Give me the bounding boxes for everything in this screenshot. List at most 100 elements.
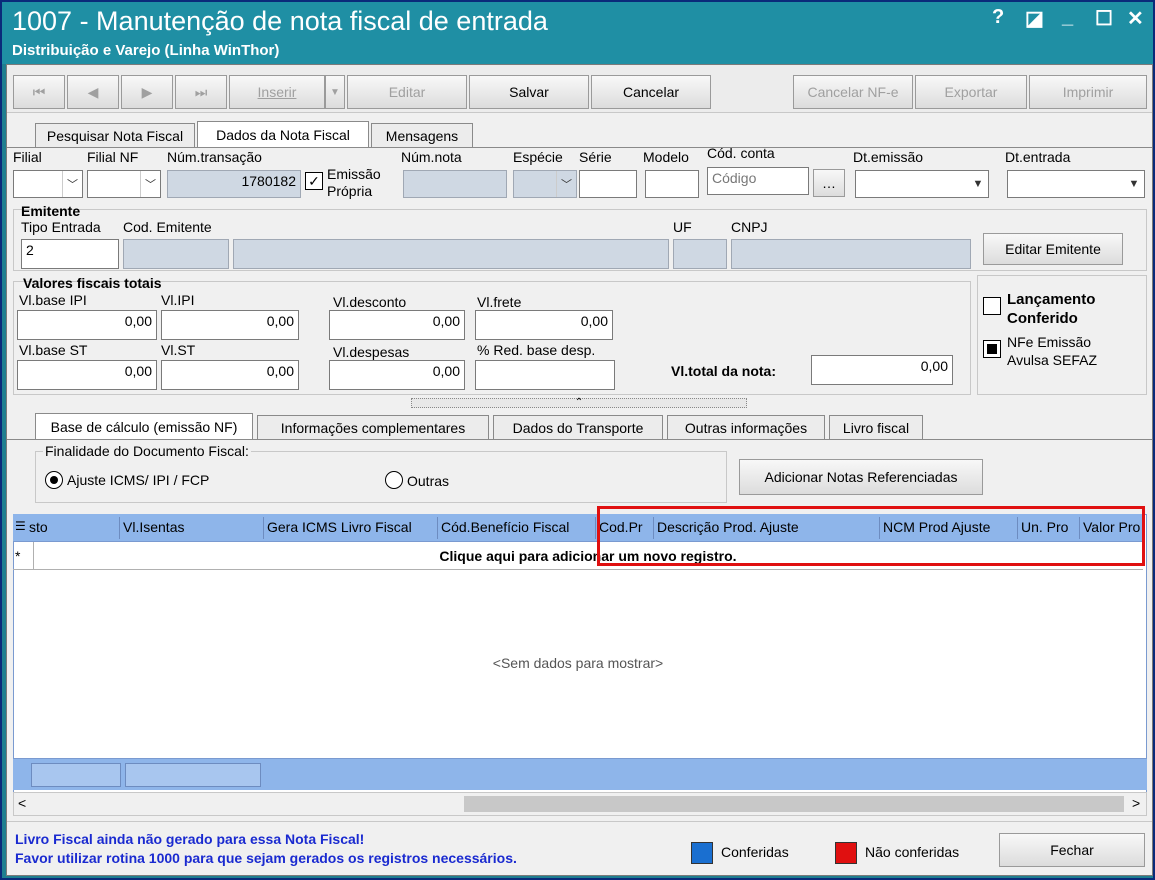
vl-base-st-label: Vl.base ST [19, 342, 88, 358]
vl-total-field[interactable]: 0,00 [811, 355, 953, 385]
horizontal-scrollbar[interactable]: < > [13, 792, 1147, 816]
help-icon[interactable]: ? [992, 6, 1004, 29]
uf-field[interactable] [673, 239, 727, 269]
cancelar-nfe-button[interactable]: Cancelar NF-e [793, 75, 913, 109]
cod-emitente-label: Cod. Emitente [123, 219, 212, 235]
tab-dados-nota[interactable]: Dados da Nota Fiscal [197, 121, 369, 147]
last-record-button[interactable]: ⏭ [175, 75, 227, 109]
inserir-dropdown-icon[interactable]: ▼ [325, 75, 345, 109]
close-icon[interactable]: ✕ [1127, 6, 1144, 31]
col-separator [437, 517, 438, 539]
red-base-desp-field[interactable] [475, 360, 615, 390]
tab-info-complementares[interactable]: Informações complementares [257, 415, 489, 439]
next-record-button[interactable]: ▶ [121, 75, 173, 109]
cancelar-button[interactable]: Cancelar [591, 75, 711, 109]
salvar-button[interactable]: Salvar [469, 75, 589, 109]
filial-combo[interactable]: ﹀ [13, 170, 83, 198]
chevron-down-icon[interactable]: ﹀ [140, 171, 160, 197]
imprimir-button[interactable]: Imprimir [1029, 75, 1147, 109]
num-nota-label: Núm.nota [401, 149, 462, 165]
tab-mensagens[interactable]: Mensagens [371, 123, 473, 147]
grid-footer [13, 758, 1147, 790]
exportar-button[interactable]: Exportar [915, 75, 1027, 109]
fechar-button[interactable]: Fechar [999, 833, 1145, 867]
restore-layout-icon[interactable]: ◪ [1025, 6, 1044, 31]
vl-ipi-field[interactable]: 0,00 [161, 310, 299, 340]
num-nota-field[interactable] [403, 170, 507, 198]
inserir-button[interactable]: Inserir [229, 75, 325, 109]
tab-livro-fiscal[interactable]: Livro fiscal [829, 415, 923, 439]
footer-summary-cell [125, 763, 261, 787]
dropdown-arrow-icon[interactable]: ▼ [968, 171, 988, 197]
highlight-box [597, 506, 1145, 566]
col-vl-isentas[interactable]: Vl.Isentas [123, 519, 184, 535]
cod-emitente-field[interactable] [123, 239, 229, 269]
radio-outras[interactable] [385, 471, 403, 489]
col-separator [119, 517, 120, 539]
dt-emissao-picker[interactable]: ▼ [855, 170, 989, 198]
minimize-icon[interactable]: _ [1062, 6, 1073, 29]
tipo-entrada-field[interactable]: 2 [21, 239, 119, 269]
tipo-entrada-label: Tipo Entrada [21, 219, 101, 235]
cod-conta-field[interactable]: Código [707, 167, 809, 195]
especie-combo[interactable]: ﹀ [513, 170, 577, 198]
adicionar-notas-button[interactable]: Adicionar Notas Referenciadas [739, 459, 983, 495]
prev-record-button[interactable]: ◀ [67, 75, 119, 109]
cnpj-label: CNPJ [731, 219, 768, 235]
maximize-icon[interactable]: ☐ [1095, 6, 1113, 31]
scroll-right-icon[interactable]: > [1132, 795, 1140, 811]
num-transacao-field[interactable]: 1780182 [167, 170, 301, 198]
first-record-button[interactable]: ⏮ [13, 75, 65, 109]
vl-base-ipi-label: Vl.base IPI [19, 292, 87, 308]
grid-menu-icon[interactable]: ☰ [15, 519, 26, 533]
chevron-down-icon[interactable]: ﹀ [62, 171, 82, 197]
modelo-field[interactable] [645, 170, 699, 198]
indeterminate-mark-icon [987, 344, 997, 354]
dropdown-arrow-icon[interactable]: ▼ [1124, 171, 1144, 197]
dt-entrada-picker[interactable]: ▼ [1007, 170, 1145, 198]
tab-outras-informacoes[interactable]: Outras informações [667, 415, 825, 439]
tab-divider [7, 147, 1152, 148]
collapse-up-icon[interactable]: ⌃ [575, 397, 583, 408]
vl-despesas-field[interactable]: 0,00 [329, 360, 465, 390]
vl-base-ipi-field[interactable]: 0,00 [17, 310, 157, 340]
cod-conta-lookup-button[interactable]: … [813, 169, 845, 197]
new-row-marker: * [15, 548, 21, 564]
chevron-down-icon[interactable]: ﹀ [556, 171, 576, 197]
lancamento-conferido-checkbox[interactable] [983, 297, 1001, 315]
legend-nao-conferidas-label: Não conferidas [865, 844, 960, 860]
footer-msg-line1: Livro Fiscal ainda não gerado para essa … [15, 831, 365, 847]
tab-pesquisar[interactable]: Pesquisar Nota Fiscal [35, 123, 195, 147]
lower-tab-divider [7, 439, 1152, 440]
filial-nf-combo[interactable]: ﹀ [87, 170, 161, 198]
editar-emitente-button[interactable]: Editar Emitente [983, 233, 1123, 265]
legend-nao-conferidas-swatch [835, 842, 857, 864]
cod-conta-label: Cód. conta [707, 145, 775, 161]
col-gera-icms[interactable]: Gera ICMS Livro Fiscal [267, 519, 412, 535]
radio-ajuste[interactable] [45, 471, 63, 489]
scroll-thumb[interactable] [464, 796, 1124, 812]
scroll-left-icon[interactable]: < [18, 795, 26, 811]
serie-field[interactable] [579, 170, 637, 198]
collapse-splitter[interactable]: ⌃ [411, 398, 747, 408]
col-cod-beneficio[interactable]: Cód.Benefício Fiscal [441, 519, 569, 535]
vl-st-field[interactable]: 0,00 [161, 360, 299, 390]
uf-label: UF [673, 219, 692, 235]
main-window: 1007 - Manutenção de nota fiscal de entr… [0, 0, 1155, 880]
col-sto[interactable]: sto [29, 519, 48, 535]
vl-base-st-field[interactable]: 0,00 [17, 360, 157, 390]
num-transacao-label: Núm.transação [167, 149, 262, 165]
tab-base-calculo[interactable]: Base de cálculo (emissão NF) [35, 413, 253, 439]
emissao-propria-label: Emissão Própria [327, 166, 381, 199]
cnpj-field[interactable] [731, 239, 971, 269]
emissao-propria-checkbox[interactable]: ✓ [305, 172, 323, 190]
vl-frete-field[interactable]: 0,00 [475, 310, 613, 340]
emitente-section-label: Emitente [21, 203, 81, 219]
vl-desconto-field[interactable]: 0,00 [329, 310, 465, 340]
editar-button[interactable]: Editar [347, 75, 467, 109]
nfe-avulsa-checkbox[interactable] [983, 340, 1001, 358]
tab-dados-transporte[interactable]: Dados do Transporte [493, 415, 663, 439]
radio-dot-icon [50, 476, 58, 484]
emitente-nome-field[interactable] [233, 239, 669, 269]
title-bar[interactable]: 1007 - Manutenção de nota fiscal de entr… [2, 2, 1153, 64]
